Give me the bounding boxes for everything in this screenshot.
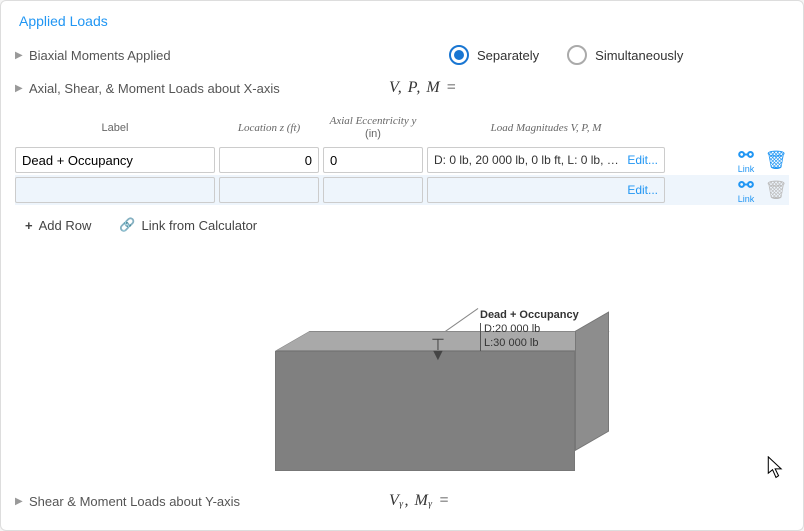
trash-icon: 🗑: [765, 151, 788, 169]
trash-icon: 🗑: [765, 181, 788, 199]
loads-table: Label Location z (ft) Axial Eccentricity…: [15, 115, 789, 205]
delete-button[interactable]: 🗑: [763, 181, 789, 199]
y-axis-formula: Vᵧ, Mᵧ =: [389, 492, 450, 510]
link-calc-label: Link from Calculator: [142, 218, 258, 233]
load-arrow-icon: ⊤▼: [430, 341, 446, 360]
y-axis-row: ▶ Shear & Moment Loads about Y-axis Vᵧ, …: [15, 492, 789, 510]
magnitudes-cell[interactable]: D: 0 lb, 20 000 lb, 0 lb ft, L: 0 lb, 30…: [427, 147, 665, 173]
table-row: Edit... ⚯ Link 🗑: [15, 175, 789, 205]
link-from-calculator-button[interactable]: 🔗 Link from Calculator: [119, 217, 257, 233]
chevron-right-icon[interactable]: ▶: [15, 50, 25, 61]
callout-title: Dead + Occupancy: [480, 309, 579, 323]
applied-loads-panel: Applied Loads ▶ Biaxial Moments Applied …: [0, 0, 804, 531]
edit-link[interactable]: Edit...: [627, 183, 658, 197]
location-input[interactable]: [219, 177, 319, 203]
label-input[interactable]: [15, 147, 215, 173]
location-input[interactable]: [219, 147, 319, 173]
biaxial-row: ▶ Biaxial Moments Applied Separately Sim…: [15, 45, 789, 65]
radio-separately[interactable]: Separately: [449, 45, 539, 65]
radio-dot-icon: [567, 45, 587, 65]
eccentricity-input[interactable]: [323, 147, 423, 173]
chevron-right-icon[interactable]: ▶: [15, 496, 25, 507]
plus-icon: +: [25, 218, 33, 233]
callout-line-d: D:20 000 lb: [484, 323, 579, 337]
radio-dot-icon: [449, 45, 469, 65]
add-row-label: Add Row: [39, 218, 92, 233]
biaxial-radio-group: Separately Simultaneously: [449, 45, 683, 65]
link-button[interactable]: ⚯ Link: [733, 176, 759, 204]
col-location: Location z (ft): [219, 122, 319, 135]
section-title[interactable]: Applied Loads: [19, 13, 789, 29]
chevron-right-icon[interactable]: ▶: [15, 83, 25, 94]
link-icon: 🔗: [119, 217, 135, 233]
beam-graphic: [275, 351, 575, 471]
col-eccentricity: Axial Eccentricity y (in): [323, 115, 423, 141]
radio-separately-label: Separately: [477, 48, 539, 63]
table-header: Label Location z (ft) Axial Eccentricity…: [15, 115, 789, 141]
magnitudes-cell[interactable]: Edit...: [427, 177, 665, 203]
table-actions: + Add Row 🔗 Link from Calculator: [25, 217, 789, 233]
add-row-button[interactable]: + Add Row: [25, 218, 91, 233]
load-callout: Dead + Occupancy D:20 000 lb L:30 000 lb: [480, 309, 579, 350]
col-label: Label: [15, 122, 215, 135]
biaxial-label: Biaxial Moments Applied: [29, 48, 329, 63]
radio-simultaneously[interactable]: Simultaneously: [567, 45, 683, 65]
callout-line-l: L:30 000 lb: [484, 337, 579, 351]
eccentricity-input[interactable]: [323, 177, 423, 203]
x-axis-label: Axial, Shear, & Moment Loads about X-axi…: [29, 81, 329, 96]
link-icon: ⚯: [738, 146, 753, 164]
y-axis-label: Shear & Moment Loads about Y-axis: [29, 494, 329, 509]
link-icon: ⚯: [738, 176, 753, 194]
col-magnitudes: Load Magnitudes V, P, M: [427, 122, 665, 135]
label-input[interactable]: [15, 177, 215, 203]
magnitudes-text: D: 0 lb, 20 000 lb, 0 lb ft, L: 0 lb, 30…: [434, 153, 621, 167]
radio-simultaneously-label: Simultaneously: [595, 48, 683, 63]
link-caption: Link: [738, 195, 755, 204]
x-axis-formula: V, P, M =: [389, 79, 458, 97]
mouse-cursor-icon: [767, 456, 785, 480]
delete-button[interactable]: 🗑: [763, 151, 789, 169]
x-axis-row: ▶ Axial, Shear, & Moment Loads about X-a…: [15, 79, 789, 97]
edit-link[interactable]: Edit...: [627, 153, 658, 167]
load-visualization: ⊤▼ Dead + Occupancy D:20 000 lb L:30 000…: [15, 241, 789, 441]
table-row: D: 0 lb, 20 000 lb, 0 lb ft, L: 0 lb, 30…: [15, 145, 789, 175]
link-button[interactable]: ⚯ Link: [733, 146, 759, 174]
link-caption: Link: [738, 165, 755, 174]
